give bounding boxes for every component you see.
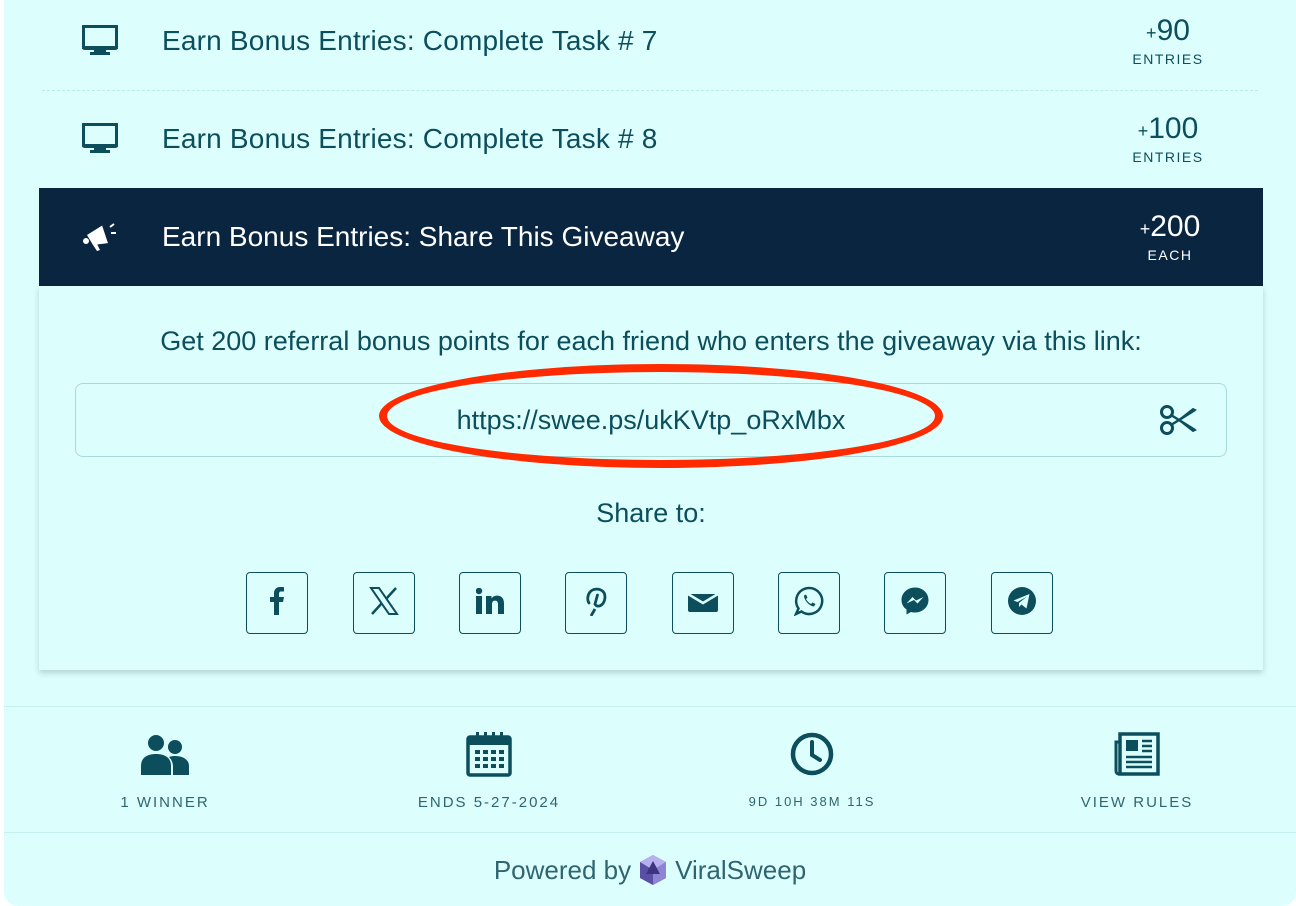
messenger-icon xyxy=(900,586,930,621)
stat-winners: 1 WINNER xyxy=(40,730,290,820)
whatsapp-share-button[interactable] xyxy=(778,572,840,634)
whatsapp-icon xyxy=(793,586,824,621)
scissors-icon[interactable] xyxy=(1158,402,1198,438)
entry-label: Earn Bonus Entries: Share This Giveaway xyxy=(162,221,685,252)
view-rules-link[interactable]: VIEW RULES xyxy=(1081,794,1194,811)
stat-rules[interactable]: VIEW RULES xyxy=(1012,730,1262,820)
entry-row-share-giveaway[interactable]: Earn Bonus Entries: Share This Giveaway … xyxy=(39,188,1263,286)
referral-link[interactable]: https://swee.ps/ukKVtp_oRxMbx xyxy=(76,384,1226,456)
share-buttons xyxy=(246,572,1056,636)
entry-label: Earn Bonus Entries: Complete Task # 8 xyxy=(162,123,658,154)
facebook-icon xyxy=(269,586,285,620)
powered-by-text: Powered by xyxy=(493,854,632,885)
points-value: 100 xyxy=(1148,112,1199,145)
x-share-button[interactable] xyxy=(353,572,415,634)
stat-countdown: 9D 10H 38M 11S xyxy=(687,730,937,820)
email-share-button[interactable] xyxy=(672,572,734,634)
end-date: ENDS 5-27-2024 xyxy=(417,794,561,811)
divider xyxy=(4,706,1296,707)
entry-label: Earn Bonus Entries: Complete Task # 7 xyxy=(162,25,658,56)
entry-points: +90 ENTRIES xyxy=(1132,14,1204,68)
referral-link-field[interactable]: https://swee.ps/ukKVtp_oRxMbx xyxy=(75,364,1227,468)
telegram-share-button[interactable] xyxy=(991,572,1053,634)
points-value: 90 xyxy=(1156,14,1190,47)
entry-row-task-7[interactable]: Earn Bonus Entries: Complete Task # 7 +9… xyxy=(4,0,1296,90)
x-icon xyxy=(369,586,399,620)
linkedin-icon xyxy=(475,587,504,619)
giveaway-panel: Earn Bonus Entries: Complete Task # 7 +9… xyxy=(4,0,1296,906)
referral-description: Get 200 referral bonus points for each f… xyxy=(160,326,1142,356)
points-unit: ENTRIES xyxy=(1132,51,1204,67)
messenger-share-button[interactable] xyxy=(884,572,946,634)
share-to-label: Share to: xyxy=(596,498,706,528)
brand-link[interactable]: ViralSweep xyxy=(675,855,806,886)
megaphone-icon xyxy=(80,188,120,286)
winner-count: 1 WINNER xyxy=(120,794,210,811)
telegram-icon xyxy=(1007,586,1037,621)
entry-points: +200 EACH xyxy=(1139,210,1201,264)
newspaper-icon xyxy=(1114,730,1160,778)
calendar-icon xyxy=(466,730,512,778)
share-panel: Get 200 referral bonus points for each f… xyxy=(39,286,1263,670)
entry-points: +100 ENTRIES xyxy=(1132,112,1204,166)
pinterest-share-button[interactable] xyxy=(565,572,627,634)
powered-by: Powered by ViralSweep xyxy=(4,850,1296,890)
users-icon xyxy=(141,730,189,778)
countdown-timer: 9D 10H 38M 11S xyxy=(748,794,876,809)
linkedin-share-button[interactable] xyxy=(459,572,521,634)
clock-icon xyxy=(790,730,834,778)
monitor-icon xyxy=(80,90,120,188)
pinterest-icon xyxy=(584,586,608,621)
points-value: 200 xyxy=(1150,210,1201,243)
facebook-share-button[interactable] xyxy=(246,572,308,634)
divider xyxy=(4,832,1296,833)
stat-end-date: ENDS 5-27-2024 xyxy=(364,730,614,820)
viralsweep-logo-icon xyxy=(637,854,669,886)
email-icon xyxy=(687,590,719,617)
monitor-icon xyxy=(80,0,120,90)
points-unit: EACH xyxy=(1147,247,1193,263)
points-unit: ENTRIES xyxy=(1132,149,1204,165)
entry-row-task-8[interactable]: Earn Bonus Entries: Complete Task # 8 +1… xyxy=(4,90,1296,188)
